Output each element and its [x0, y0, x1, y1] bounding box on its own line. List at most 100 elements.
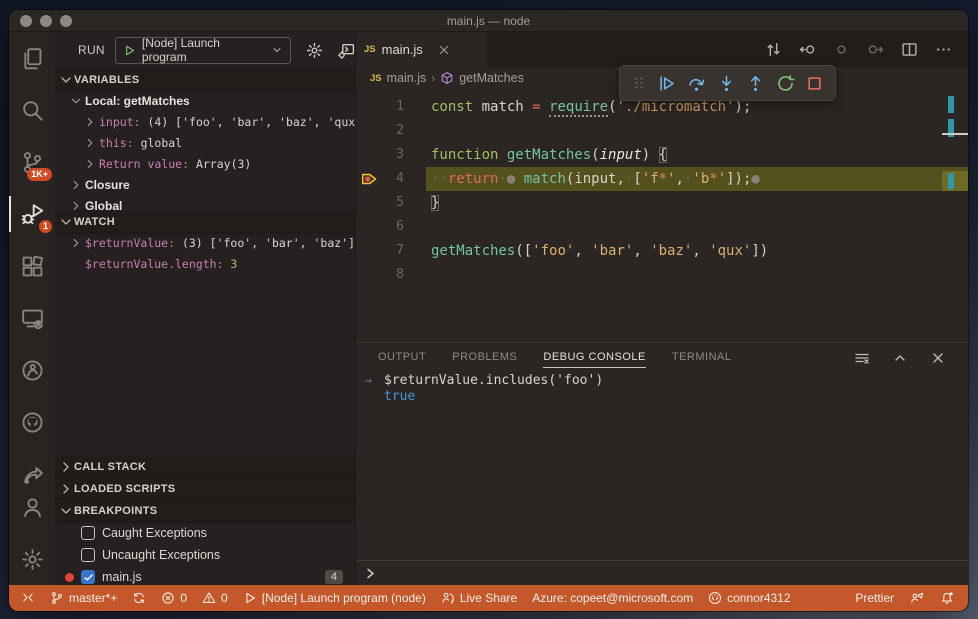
step-out-button[interactable]: [746, 74, 765, 93]
statusbar-git-branch[interactable]: master*+: [50, 591, 117, 605]
breakpoint-row[interactable]: main.js 4: [55, 566, 355, 585]
close-window-button[interactable]: [20, 14, 32, 27]
code-text[interactable]: getMatches(['foo', 'bar', 'baz', 'qux']): [426, 239, 968, 263]
code-line-5[interactable]: 5}: [356, 191, 968, 215]
breakpoint-row[interactable]: Caught Exceptions: [55, 522, 355, 544]
close-panel-button[interactable]: [930, 350, 946, 366]
breadcrumb-symbol[interactable]: getMatches: [459, 71, 524, 85]
statusbar-warnings[interactable]: 0: [202, 591, 228, 605]
variable-row[interactable]: Return value: Array(3): [55, 153, 355, 174]
close-tab-icon[interactable]: [437, 43, 451, 57]
code-editor[interactable]: 1 const match = require('./micromatch'); 2…: [356, 89, 968, 342]
variable-row[interactable]: $returnValue.length: 3: [55, 253, 355, 274]
checkbox[interactable]: [81, 526, 95, 540]
maximize-panel-button[interactable]: [892, 350, 908, 366]
code-text[interactable]: function getMatches(input) {: [426, 143, 968, 167]
variable-row[interactable]: input: (4) ['foo', 'bar', 'baz', 'qux']: [55, 111, 355, 132]
stop-button[interactable]: [805, 74, 824, 93]
activity-item-remote-explorer[interactable]: [9, 292, 55, 344]
activity-item-source-control[interactable]: 1K+: [9, 136, 55, 188]
previous-change-button[interactable]: [799, 41, 816, 58]
gutter[interactable]: 1: [356, 95, 426, 119]
start-debug-icon[interactable]: [123, 44, 136, 57]
code-line-3[interactable]: 3 function getMatches(input) {: [356, 143, 968, 167]
chevron-right-icon[interactable]: [83, 115, 97, 129]
code-text[interactable]: ··return·● match(input,·['f*',·'b*']);●: [426, 167, 968, 191]
gutter[interactable]: 6: [356, 215, 426, 239]
checkbox[interactable]: [81, 548, 95, 562]
debug-console-input[interactable]: [356, 560, 968, 585]
activity-item-extensions[interactable]: [9, 240, 55, 292]
activity-item-accounts[interactable]: [9, 481, 55, 533]
statusbar-debug-target[interactable]: [Node] Launch program (node): [243, 591, 426, 605]
chevron-right-icon[interactable]: [83, 157, 97, 171]
statusbar-feedback[interactable]: [910, 591, 924, 605]
activity-item-settings[interactable]: [9, 533, 55, 585]
activity-item-live-share[interactable]: [9, 344, 55, 396]
watch-section-header[interactable]: WATCH: [55, 211, 355, 232]
tab-main-js[interactable]: JS main.js: [356, 32, 487, 67]
breadcrumb-file[interactable]: main.js: [387, 71, 427, 85]
gutter[interactable]: 2: [356, 119, 426, 143]
code-line-6[interactable]: 6: [356, 215, 968, 239]
statusbar-sync[interactable]: [132, 591, 146, 605]
next-change-button[interactable]: [867, 41, 884, 58]
variable-row[interactable]: Closure: [55, 174, 355, 195]
current-change-button[interactable]: [833, 41, 850, 58]
breakpoint-row[interactable]: Uncaught Exceptions: [55, 544, 355, 566]
step-over-button[interactable]: [687, 74, 706, 93]
statusbar-azure-account[interactable]: Azure: copeet@microsoft.com: [532, 591, 693, 605]
code-line-2[interactable]: 2: [356, 119, 968, 143]
code-line-8[interactable]: 8: [356, 263, 968, 287]
gutter[interactable]: 5: [356, 191, 426, 215]
code-text[interactable]: }: [426, 191, 968, 215]
restart-button[interactable]: [776, 74, 795, 93]
statusbar-formatter[interactable]: Prettier: [855, 591, 894, 605]
chevron-right-icon[interactable]: [69, 236, 83, 250]
gutter[interactable]: 7: [356, 239, 426, 263]
chevron-right-icon[interactable]: [83, 136, 97, 150]
chevron-right-icon[interactable]: [69, 199, 83, 212]
zoom-window-button[interactable]: [60, 14, 72, 27]
more-actions-button[interactable]: [935, 41, 952, 58]
activity-item-explorer[interactable]: [9, 32, 55, 84]
drag-grip-button[interactable]: [631, 75, 647, 91]
variable-row[interactable]: Global: [55, 195, 355, 211]
continue-button[interactable]: [657, 74, 676, 93]
chevron-right-icon[interactable]: [69, 178, 83, 192]
launch-config-dropdown[interactable]: [Node] Launch program: [114, 36, 291, 64]
minimize-window-button[interactable]: [40, 14, 52, 27]
step-into-button[interactable]: [717, 74, 736, 93]
call-stack-section-header[interactable]: CALL STACK: [55, 456, 355, 477]
loaded-scripts-section-header[interactable]: LOADED SCRIPTS: [55, 478, 355, 499]
breakpoints-section-header[interactable]: BREAKPOINTS: [55, 500, 355, 521]
activity-item-github[interactable]: [9, 396, 55, 448]
variable-row[interactable]: this: global: [55, 132, 355, 153]
gutter[interactable]: 8: [356, 263, 426, 287]
variable-row[interactable]: Local: getMatches: [55, 90, 355, 111]
panel-tab-debug-console[interactable]: DEBUG CONSOLE: [543, 351, 646, 368]
panel-tab-output[interactable]: OUTPUT: [378, 351, 426, 365]
gear-icon[interactable]: [306, 42, 323, 59]
gutter[interactable]: 3: [356, 143, 426, 167]
compare-changes-button[interactable]: [765, 41, 782, 58]
variable-row[interactable]: $returnValue: (3) ['foo', 'bar', 'baz']: [55, 232, 355, 253]
panel-tab-problems[interactable]: PROBLEMS: [452, 351, 517, 365]
code-line-7[interactable]: 7 getMatches(['foo', 'bar', 'baz', 'qux']…: [356, 239, 968, 263]
statusbar-notifications[interactable]: [940, 591, 954, 605]
statusbar-errors[interactable]: 0: [161, 591, 187, 605]
code-line-4[interactable]: 4 ··return·● match(input,·['f*',·'b*']);●: [356, 167, 968, 191]
gutter[interactable]: 4: [356, 167, 426, 191]
statusbar-github-account[interactable]: connor4312: [708, 591, 791, 605]
panel-tab-terminal[interactable]: TERMINAL: [672, 351, 732, 365]
split-editor-button[interactable]: [901, 41, 918, 58]
clear-console-button[interactable]: [854, 350, 870, 366]
checkbox-checked[interactable]: [81, 570, 95, 584]
variables-section-header[interactable]: VARIABLES: [55, 69, 355, 90]
statusbar-live-share[interactable]: Live Share: [441, 591, 517, 605]
debug-console-icon[interactable]: [338, 42, 355, 59]
activity-item-search[interactable]: [9, 84, 55, 136]
statusbar-remote-indicator[interactable]: [21, 591, 35, 605]
activity-item-run-and-debug[interactable]: 1: [9, 188, 55, 240]
chevron-down-icon[interactable]: [69, 94, 83, 108]
